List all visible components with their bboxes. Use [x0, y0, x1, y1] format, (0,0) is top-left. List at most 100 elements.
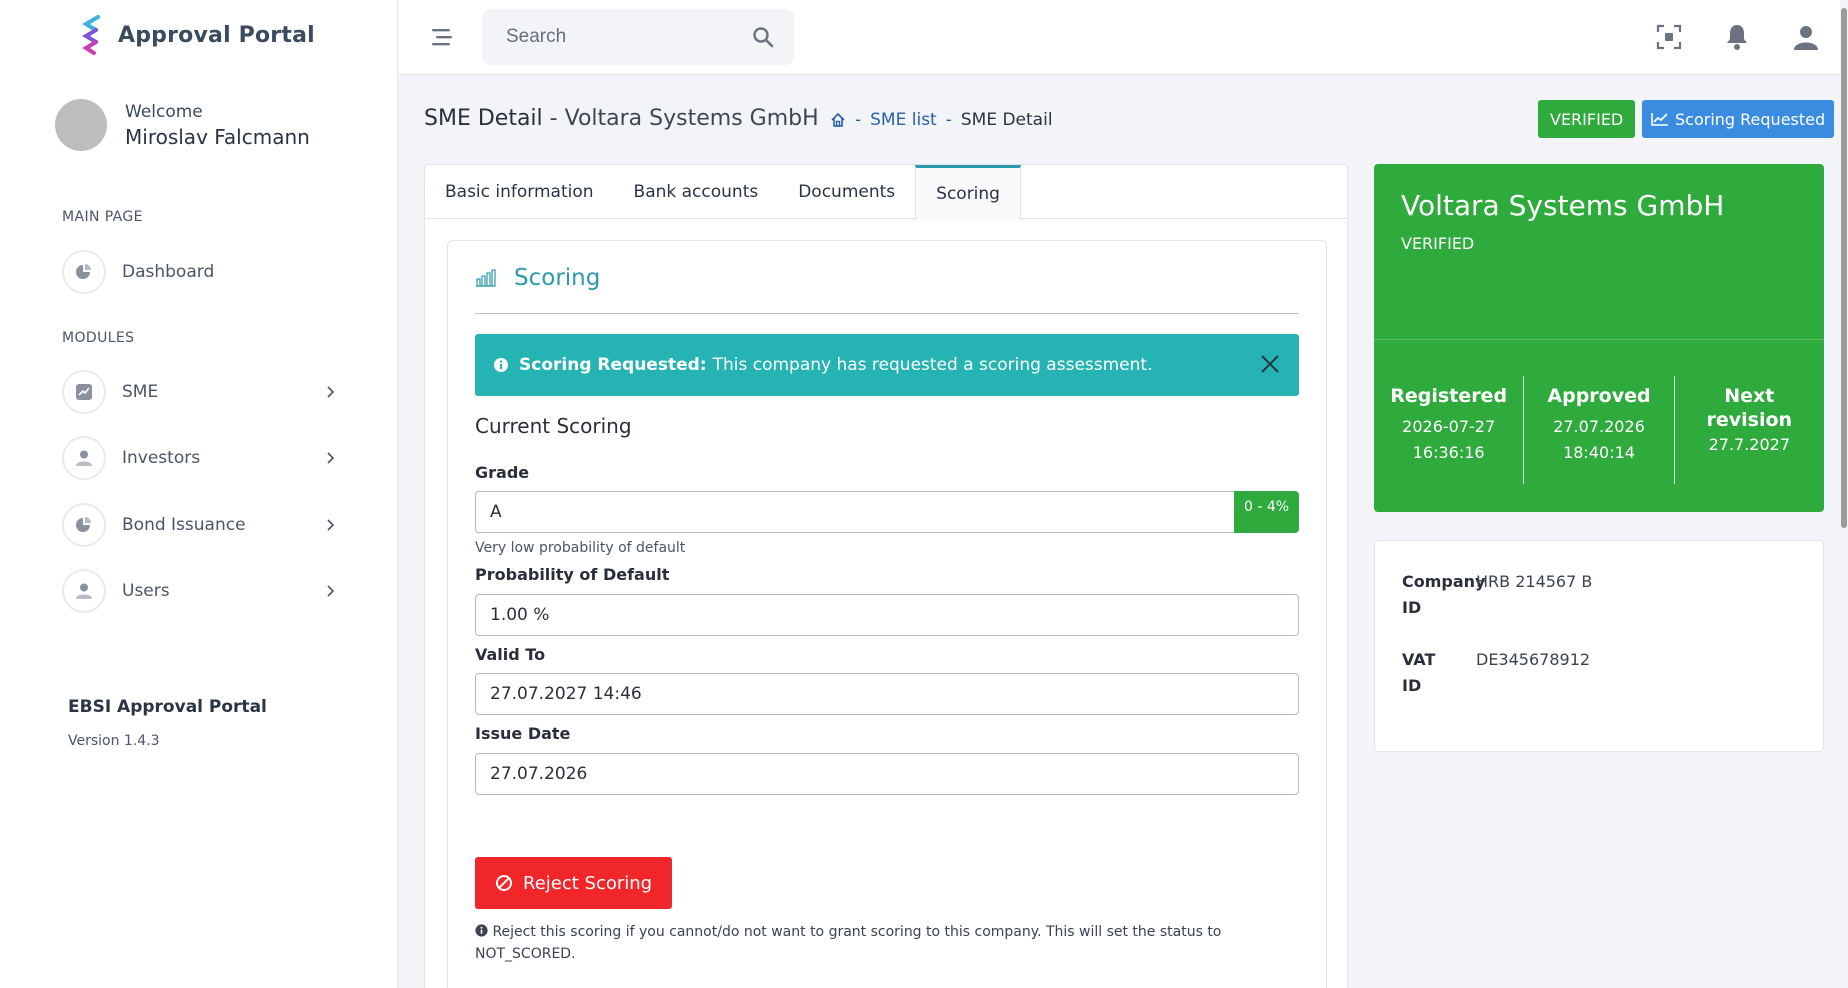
search-box: [482, 9, 794, 65]
scrollbar-thumb[interactable]: [1841, 8, 1847, 528]
breadcrumb-separator: -: [945, 110, 952, 130]
sidebar-item-label: Users: [122, 581, 170, 601]
chevron-right-icon: [322, 516, 340, 534]
close-icon[interactable]: [1259, 353, 1281, 375]
issue-date-label: Issue Date: [475, 724, 571, 743]
welcome-label: Welcome: [125, 101, 203, 122]
badge-scoring-label: Scoring Requested: [1675, 109, 1826, 129]
stat-registered: Registered 2026-07-27 16:36:16: [1374, 376, 1525, 484]
bar-chart-icon: [476, 269, 496, 287]
ban-icon: [496, 875, 512, 891]
sidebar-item-investors[interactable]: Investors: [62, 436, 340, 480]
stat-label-line: Next: [1724, 385, 1775, 407]
pod-label: Probability of Default: [475, 565, 670, 584]
page-title-company: Voltara Systems GmbH: [564, 106, 819, 131]
stat-label: Next revision: [1675, 376, 1824, 432]
valid-to-field[interactable]: [475, 673, 1299, 715]
brand[interactable]: Approval Portal: [78, 14, 315, 56]
reject-note: Reject this scoring if you cannot/do not…: [475, 921, 1235, 965]
stat-label-line: revision: [1706, 409, 1793, 431]
sidebar-item-label: Dashboard: [122, 262, 215, 282]
scoring-title: Scoring: [514, 265, 601, 291]
alert-message: This company has requested a scoring ass…: [712, 355, 1153, 375]
company-summary-card: Voltara Systems GmbH VERIFIED Registered…: [1374, 164, 1824, 512]
breadcrumb-sme-list[interactable]: SME list: [870, 110, 937, 130]
sidebar-item-label: SME: [122, 382, 159, 402]
tab-basic-information[interactable]: Basic information: [425, 165, 614, 219]
scoring-requested-alert: Scoring Requested: This company has requ…: [475, 334, 1299, 396]
section-title-main: MAIN PAGE: [62, 209, 143, 225]
label-line: ID: [1402, 676, 1422, 695]
trend-chart-icon: [1651, 113, 1668, 126]
alert-title: Scoring Requested:: [519, 355, 707, 375]
search-input[interactable]: [482, 26, 732, 48]
sidebar: Approval Portal Welcome Miroslav Falcman…: [0, 0, 398, 988]
sidebar-item-label: Investors: [122, 448, 201, 468]
sidebar-item-label: Bond Issuance: [122, 515, 246, 535]
stat-value-time: 16:36:16: [1412, 443, 1485, 462]
reject-scoring-button[interactable]: Reject Scoring: [475, 857, 673, 909]
breadcrumb-current: SME Detail: [960, 110, 1053, 130]
pie-chart-icon: [62, 250, 106, 294]
chart-box-icon: [62, 370, 106, 414]
notification-bell-icon[interactable]: [1722, 22, 1752, 52]
stat-approved: Approved 27.07.2026 18:40:14: [1524, 376, 1675, 484]
scrollbar[interactable]: [1840, 0, 1848, 988]
grade-label: Grade: [475, 463, 530, 482]
company-id-row: Company ID HRB 214567 B: [1402, 569, 1592, 621]
chevron-right-icon: [322, 383, 340, 401]
sidebar-item-users[interactable]: Users: [62, 569, 340, 613]
tab-documents[interactable]: Documents: [778, 165, 915, 219]
stat-value-date: 27.7.2027: [1708, 435, 1791, 454]
company-ids-card: Company ID HRB 214567 B VAT ID DE3456789…: [1374, 540, 1824, 752]
sidebar-item-sme[interactable]: SME: [62, 370, 340, 414]
divider: [475, 313, 1299, 314]
company-name: Voltara Systems GmbH: [1401, 189, 1725, 222]
stat-value-date: 2026-07-27: [1402, 417, 1496, 436]
label-line: VAT: [1402, 650, 1436, 669]
pie-chart-icon: [62, 503, 106, 547]
tab-bank-accounts[interactable]: Bank accounts: [614, 165, 779, 219]
home-icon[interactable]: [830, 112, 846, 128]
company-id-label: Company ID: [1402, 569, 1486, 621]
valid-to-label: Valid To: [475, 645, 546, 664]
label-line: Company: [1402, 572, 1486, 591]
search-icon[interactable]: [752, 26, 774, 48]
issue-date-field[interactable]: [475, 753, 1299, 795]
info-circle-icon: [494, 358, 508, 372]
company-status: VERIFIED: [1401, 234, 1475, 253]
menu-toggle-icon[interactable]: [430, 26, 454, 48]
grade-field[interactable]: [475, 491, 1235, 533]
footer-version: Version 1.4.3: [68, 733, 160, 749]
page-title: SME Detail - Voltara Systems GmbH: [424, 106, 819, 131]
sidebar-item-dashboard[interactable]: Dashboard: [62, 250, 340, 294]
user-welcome: Welcome Miroslav Falcmann: [55, 99, 310, 151]
sme-detail-card: Basic information Bank accounts Document…: [424, 164, 1348, 988]
vat-id-value: DE345678912: [1476, 650, 1591, 669]
info-circle-icon: [475, 924, 488, 937]
user-icon: [62, 436, 106, 480]
user-icon: [62, 569, 106, 613]
status-badge-scoring-requested: Scoring Requested: [1642, 100, 1835, 138]
scoring-panel: Scoring Scoring Requested: This company …: [447, 240, 1327, 988]
grade-hint: Very low probability of default: [475, 540, 686, 556]
tab-scoring[interactable]: Scoring: [915, 165, 1021, 220]
grade-range-badge: 0 - 4%: [1234, 491, 1299, 533]
sidebar-item-bond-issuance[interactable]: Bond Issuance: [62, 503, 340, 547]
company-id-value: HRB 214567 B: [1476, 572, 1593, 591]
pod-field[interactable]: [475, 594, 1299, 636]
fullscreen-icon[interactable]: [1654, 22, 1684, 52]
chevron-right-icon: [322, 582, 340, 600]
stat-label: Approved: [1547, 385, 1651, 407]
divider: [1374, 339, 1824, 340]
status-badge-verified: VERIFIED: [1538, 100, 1636, 138]
page-title-dash: -: [549, 106, 558, 131]
user-profile-icon[interactable]: [1791, 22, 1821, 52]
stat-value: 27.07.2026 18:40:14: [1524, 414, 1673, 466]
stat-value: 2026-07-27 16:36:16: [1374, 414, 1523, 466]
tab-bar: Basic information Bank accounts Document…: [425, 165, 1347, 220]
chevron-right-icon: [322, 449, 340, 467]
breadcrumb-separator: -: [855, 110, 862, 130]
avatar[interactable]: [55, 99, 107, 151]
stat-value-time: 18:40:14: [1563, 443, 1635, 462]
